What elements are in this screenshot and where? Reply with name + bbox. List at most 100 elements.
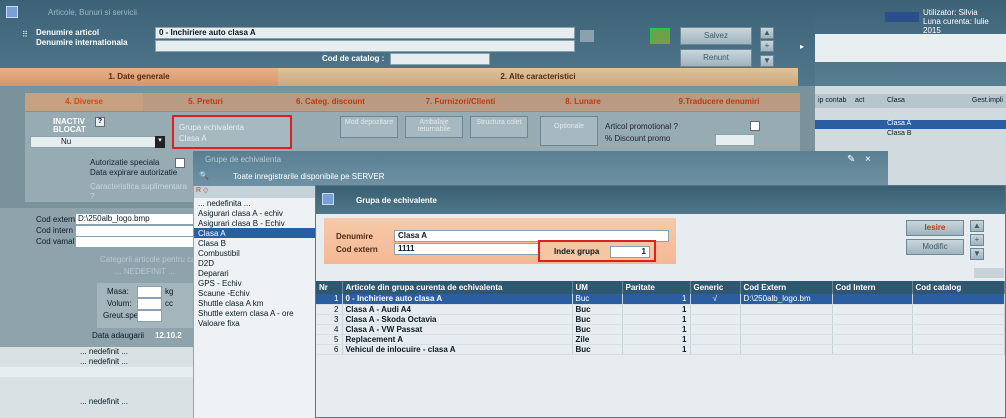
list-item[interactable]: Asigurari clasa A - echiv [194, 208, 315, 218]
subtab-lunare[interactable]: 8. Lunare [528, 93, 638, 111]
grupa-echivalenta-box[interactable]: Grupa echivalenta Clasa A [172, 115, 292, 149]
copy-icon[interactable] [580, 30, 594, 42]
list-item-selected[interactable]: Clasa A [194, 228, 315, 238]
subtab-categ-discount[interactable]: 6. Categ. discount [268, 93, 393, 111]
list-item[interactable] [0, 367, 200, 377]
col-generic[interactable]: Generic [690, 281, 741, 294]
subtab-diverse[interactable]: 4. Diverse [25, 93, 143, 111]
discount-label: % Discount promo [605, 134, 671, 143]
add-button[interactable]: + [970, 234, 984, 246]
col-um[interactable]: UM [572, 281, 623, 294]
table-row[interactable]: 5 Replacement A Zile 1 [316, 334, 1005, 345]
list-item[interactable]: ... nedefinit ... [0, 347, 200, 357]
cod-vamal-field[interactable] [75, 236, 200, 248]
user-strip [815, 34, 1006, 62]
save-button[interactable]: Salvez [680, 27, 752, 45]
scroll-up-button[interactable]: ▲ [970, 220, 984, 232]
subtab-traducere[interactable]: 9.Traducere denumiri [638, 93, 800, 111]
list-item[interactable]: ... nedefinit ... [0, 397, 200, 407]
col-cod-extern[interactable]: Cod Extern [740, 281, 833, 294]
masa-field[interactable] [137, 286, 162, 298]
categ-value[interactable]: ... NEDEFINIT ... [115, 267, 175, 276]
denumire-field[interactable]: 0 - Inchiriere auto clasa A [155, 27, 575, 39]
dlg-cod-label: Cod extern [336, 245, 378, 254]
modific-button[interactable]: Modific [906, 239, 964, 255]
col-cod-catalog[interactable]: Cod catalog [912, 281, 1005, 294]
structura-button[interactable]: Structura colet [470, 116, 528, 138]
cell-cod-intern [832, 314, 913, 325]
tab-alte-caracteristici[interactable]: 2. Alte caracteristici [278, 68, 798, 86]
col-nr[interactable]: Nr [316, 281, 343, 294]
col-clasa[interactable]: Clasa [873, 94, 933, 108]
list-item[interactable]: Shuttle clasa A km [194, 298, 315, 308]
cell-cod-intern [832, 304, 913, 315]
folder-icon[interactable] [650, 28, 670, 44]
col-ip-contab[interactable]: ip contab [815, 94, 855, 108]
catalog-field[interactable] [390, 53, 490, 65]
col-gest[interactable]: Gest.impli [933, 94, 1003, 108]
index-field[interactable]: 1 [610, 246, 650, 258]
up-button[interactable]: ▲ [760, 27, 774, 39]
tab-date-generale[interactable]: 1. Date generale [0, 68, 278, 86]
list-item[interactable]: D2D [194, 258, 315, 268]
dlg-cod-field[interactable]: 1111 [394, 243, 544, 255]
list-item[interactable]: Valoare fixa [194, 318, 315, 328]
cell-cod-extern [740, 344, 833, 355]
right-row[interactable]: Clasa A [815, 120, 1006, 129]
discount-field[interactable] [715, 134, 755, 146]
table-row[interactable]: 6 Vehicul de inlocuire - clasa A Buc 1 [316, 344, 1005, 355]
col-articole[interactable]: Articole din grupa curenta de echivalent… [342, 281, 573, 294]
list-item[interactable]: Shuttle extern clasa A - ore [194, 308, 315, 318]
edit-icon[interactable]: ✎ [847, 154, 855, 165]
cell-cod-extern [740, 314, 833, 325]
mod-depozitare-button[interactable]: Mod depozitare [340, 116, 398, 138]
ambalaje-button[interactable]: Ambalaje returnabile [405, 116, 463, 138]
list-item[interactable]: ... nedefinit ... [0, 357, 200, 367]
greut-field[interactable] [137, 310, 162, 322]
cancel-button[interactable]: Renunt [680, 49, 752, 67]
intl-field[interactable] [155, 40, 575, 52]
blocat-select[interactable]: Nu [30, 136, 165, 148]
down-button[interactable]: ▼ [760, 55, 774, 67]
data-exp-label: Data expirare autorizatie [90, 168, 178, 177]
subtab-preturi[interactable]: 5. Preturi [143, 93, 268, 111]
app-icon [6, 6, 18, 18]
subtab-furnizori[interactable]: 7. Furnizori/Clienti [393, 93, 528, 111]
list-item[interactable]: Asigurari clasa B - Echiv [194, 218, 315, 228]
col-paritate[interactable]: Paritate [622, 281, 691, 294]
table-row[interactable]: 3 Clasa A - Skoda Octavia Buc 1 [316, 314, 1005, 325]
table-row[interactable]: 1 0 - Inchiriere auto clasa A Buc 1 √ D:… [316, 294, 1005, 305]
search-icon[interactable]: 🔍 [199, 171, 209, 180]
list-item[interactable]: Combustibil [194, 248, 315, 258]
expand-arrow-icon[interactable]: ▸ [800, 42, 804, 51]
cell-articol: Vehicul de inlocuire - clasa A [342, 344, 573, 355]
col-cod-intern[interactable]: Cod Intern [832, 281, 913, 294]
list-item[interactable]: Scaune -Echiv [194, 288, 315, 298]
iesire-button[interactable]: Iesire [906, 220, 964, 236]
data-adaugarii-label: Data adaugarii [92, 331, 145, 340]
autorizatie-checkbox[interactable] [175, 158, 185, 168]
caract-help[interactable]: ? [90, 192, 94, 201]
list-item[interactable]: ... nedefinita ... [194, 198, 315, 208]
right-row[interactable]: Clasa B [815, 130, 1006, 139]
list-item[interactable]: Deparari [194, 268, 315, 278]
table-row[interactable]: 2 Clasa A - Audi A4 Buc 1 [316, 304, 1005, 315]
close-icon[interactable]: × [865, 154, 871, 165]
plus-button[interactable]: + [760, 40, 774, 52]
app-title: Articole, Bunuri si servicii [48, 8, 137, 17]
col-act[interactable]: act [855, 94, 873, 108]
volum-field[interactable] [137, 298, 162, 310]
help-icon[interactable]: ? [95, 117, 105, 127]
cod-extern-label: Cod extern [36, 215, 76, 224]
grupe-title: Grupe de echivalenta [205, 155, 282, 164]
list-item[interactable] [0, 377, 200, 387]
cod-extern-field[interactable]: D:\250alb_logo.bmp [75, 213, 200, 225]
scroll-down-button[interactable]: ▼ [970, 248, 984, 260]
dlg-denumire-label: Denumire [336, 232, 373, 241]
list-item[interactable]: GPS - Echiv [194, 278, 315, 288]
chevron-down-icon[interactable]: ▾ [155, 136, 165, 148]
list-item[interactable]: Clasa B [194, 238, 315, 248]
optionale-button[interactable]: Optionale [540, 116, 598, 146]
promo-checkbox[interactable] [750, 121, 760, 131]
table-row[interactable]: 4 Clasa A - VW Passat Buc 1 [316, 324, 1005, 335]
